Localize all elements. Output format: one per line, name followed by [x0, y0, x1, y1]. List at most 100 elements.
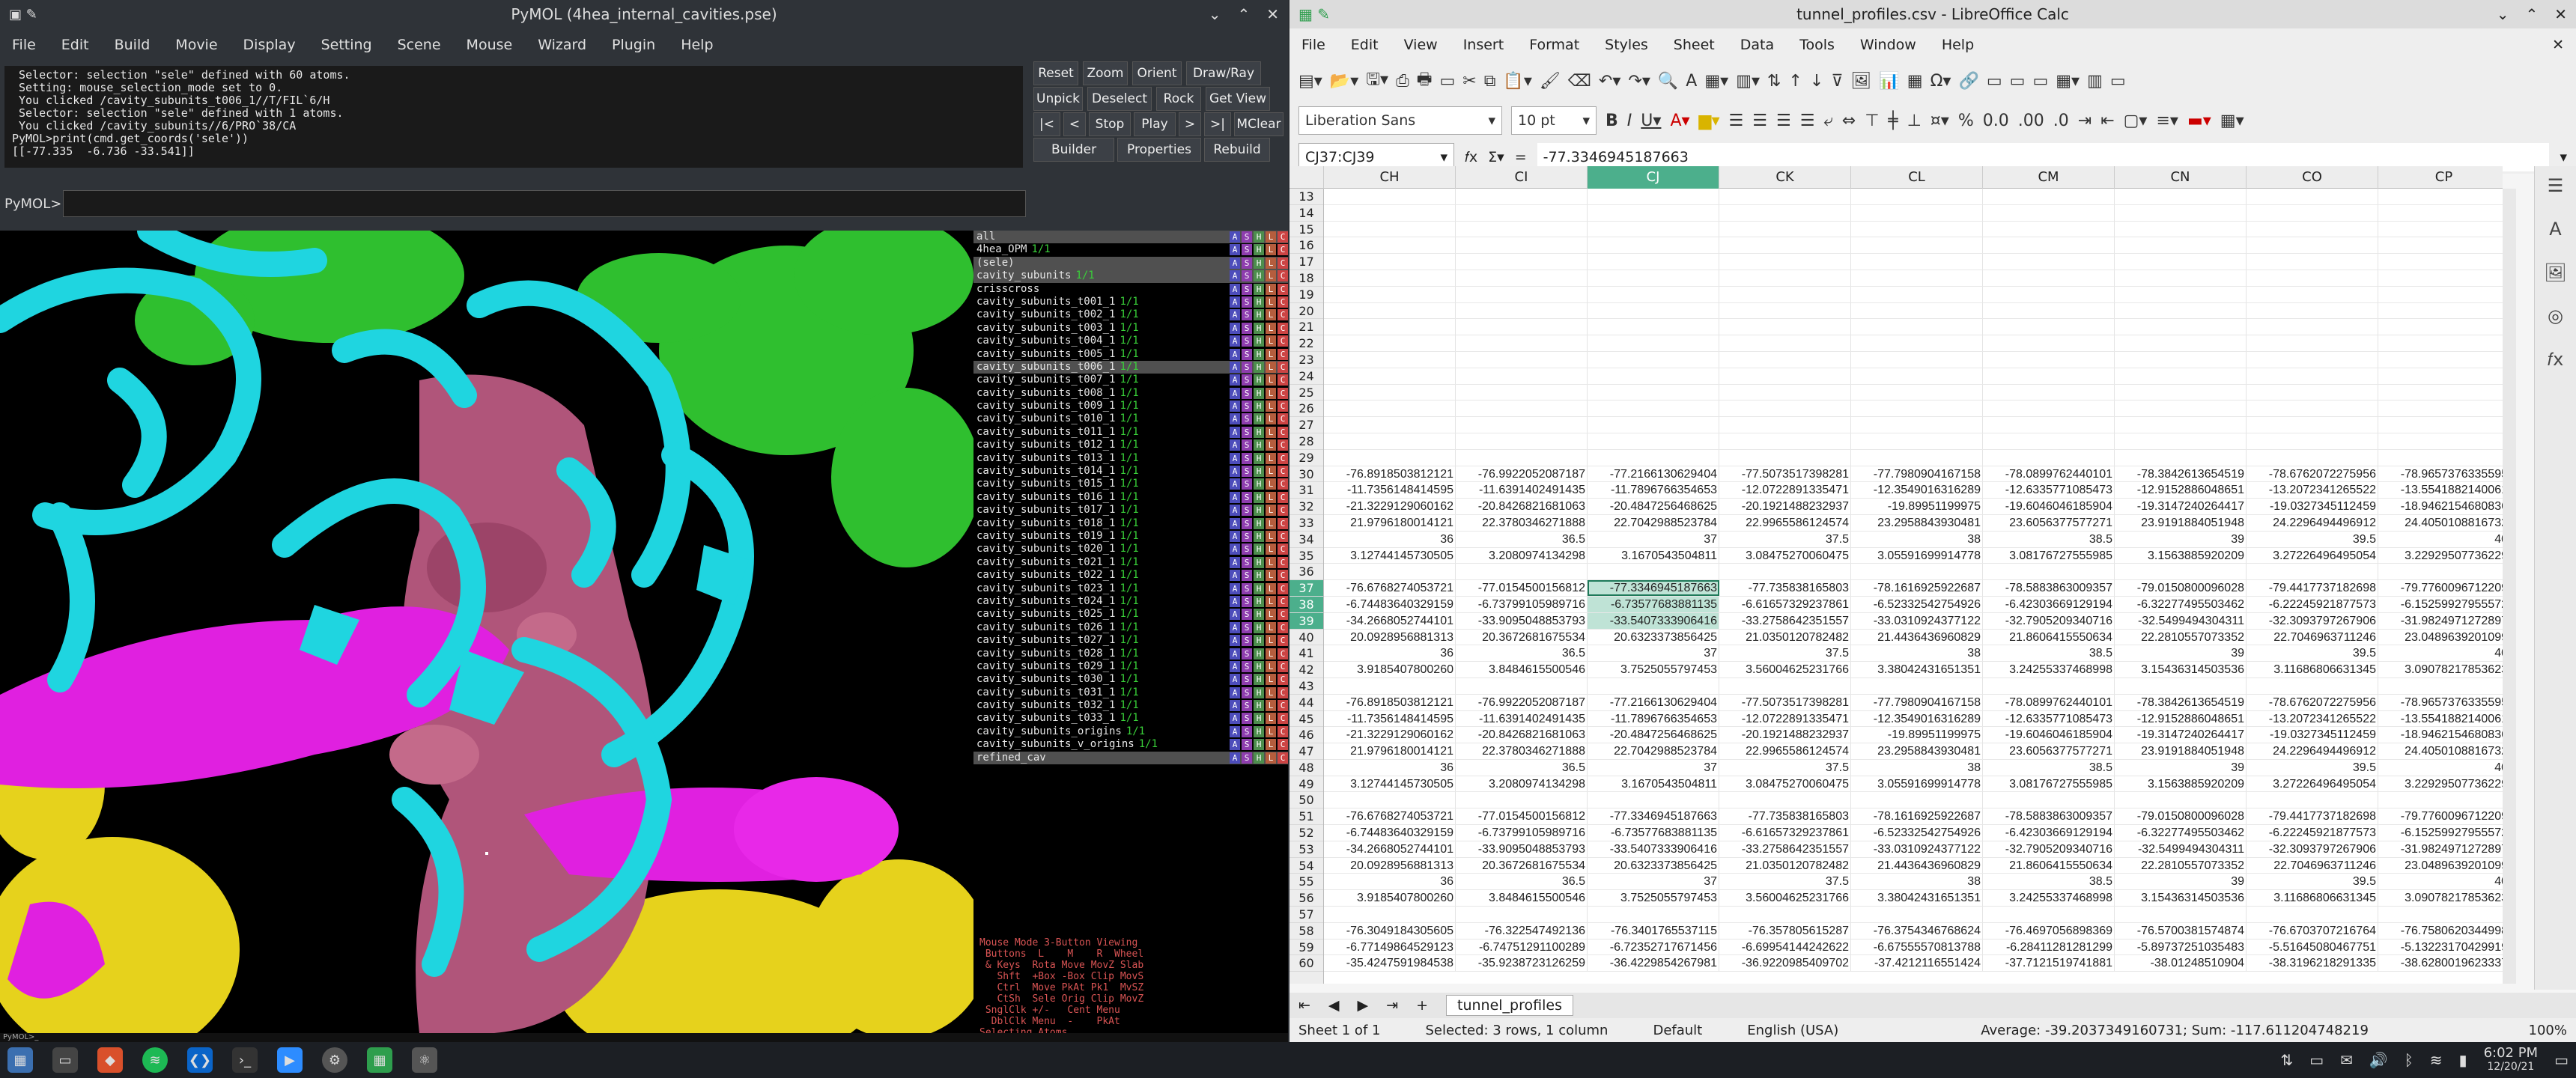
- cell[interactable]: -76.9922052087187: [1456, 694, 1588, 710]
- object-l-button[interactable]: L: [1266, 439, 1276, 451]
- cell[interactable]: -6.28411281281299: [1983, 939, 2115, 955]
- row-header[interactable]: 48: [1289, 760, 1323, 776]
- object-c-button[interactable]: C: [1278, 296, 1288, 308]
- object-a-button[interactable]: A: [1230, 296, 1240, 308]
- cell[interactable]: 3.09078217853623: [2378, 662, 2503, 677]
- cell[interactable]: -6.67555570813788: [1851, 939, 1983, 955]
- object-c-button[interactable]: C: [1278, 686, 1288, 698]
- file-manager-icon[interactable]: ▭: [52, 1047, 78, 1073]
- cell[interactable]: [1456, 433, 1588, 449]
- object-s-button[interactable]: S: [1242, 231, 1252, 243]
- cell[interactable]: [2378, 287, 2503, 302]
- underline-icon[interactable]: U▾: [1641, 112, 1661, 130]
- cell[interactable]: 38: [1851, 645, 1983, 662]
- cell[interactable]: [2115, 449, 2247, 466]
- cell[interactable]: [1983, 204, 2115, 221]
- object-l-button[interactable]: L: [1266, 505, 1276, 517]
- new-icon[interactable]: ▤▾: [1298, 72, 1322, 91]
- cell[interactable]: [1983, 417, 2115, 433]
- object-a-button[interactable]: A: [1230, 543, 1240, 555]
- column-header[interactable]: CO: [2247, 166, 2378, 189]
- mclear-button[interactable]: MClear: [1234, 112, 1284, 136]
- cell[interactable]: -79.7760096712209: [2378, 808, 2503, 824]
- cell[interactable]: -11.7356148414595: [1324, 710, 1456, 727]
- cell[interactable]: [1851, 564, 1983, 580]
- object-l-button[interactable]: L: [1266, 374, 1276, 386]
- cell[interactable]: -79.7760096712209: [2378, 580, 2503, 596]
- vertical-scrollbar[interactable]: [2503, 189, 2516, 984]
- cell[interactable]: -20.8426821681063: [1456, 727, 1588, 743]
- menu-styles[interactable]: Styles: [1605, 37, 1648, 53]
- cell[interactable]: [2378, 907, 2503, 922]
- object-h-button[interactable]: H: [1254, 595, 1264, 607]
- cell[interactable]: -76.4697056898369: [1983, 922, 2115, 939]
- cell[interactable]: 39.5: [2247, 531, 2378, 547]
- cell[interactable]: [2378, 237, 2503, 253]
- menu-sheet[interactable]: Sheet: [1674, 37, 1715, 53]
- object-c-button[interactable]: C: [1278, 478, 1288, 490]
- minimize-icon[interactable]: ⌄: [2497, 5, 2509, 23]
- border-style-icon[interactable]: ≡▾: [2156, 112, 2178, 130]
- cell[interactable]: 36: [1324, 645, 1456, 662]
- cell[interactable]: -5.13223170429919: [2378, 940, 2503, 955]
- cell[interactable]: [1456, 221, 1588, 237]
- object-h-button[interactable]: H: [1254, 505, 1264, 517]
- cell[interactable]: [2247, 907, 2378, 922]
- cell[interactable]: 38.5: [1983, 531, 2115, 547]
- cell[interactable]: [2378, 450, 2503, 466]
- cell[interactable]: [1456, 319, 1588, 335]
- currency-icon[interactable]: ¤▾: [1931, 112, 1949, 130]
- cell[interactable]: [1719, 221, 1851, 237]
- object-c-button[interactable]: C: [1278, 543, 1288, 555]
- cell[interactable]: 3.24255337468998: [1983, 890, 2115, 907]
- cell[interactable]: -78.0899762440101: [1983, 694, 2115, 710]
- object-h-button[interactable]: H: [1254, 635, 1264, 647]
- cell[interactable]: [2115, 270, 2247, 286]
- cell[interactable]: [1851, 286, 1983, 302]
- maximize-icon[interactable]: ⌃: [2525, 5, 2538, 23]
- menu-build[interactable]: Build: [115, 37, 151, 53]
- object-a-button[interactable]: A: [1230, 387, 1240, 399]
- cell[interactable]: 3.8484615500546: [1456, 662, 1588, 677]
- cell[interactable]: [1324, 204, 1456, 221]
- cell[interactable]: [2247, 335, 2378, 351]
- object-l-button[interactable]: L: [1266, 700, 1276, 712]
- cell[interactable]: 39: [2115, 531, 2247, 547]
- cell[interactable]: 3.1670543504811: [1588, 776, 1719, 792]
- row-header[interactable]: 47: [1289, 743, 1323, 760]
- cell[interactable]: -6.22245921877573: [2247, 825, 2378, 841]
- cell[interactable]: [2378, 368, 2503, 384]
- row-header[interactable]: 33: [1289, 515, 1323, 532]
- cell[interactable]: [1456, 677, 1588, 694]
- cell[interactable]: [1983, 335, 2115, 351]
- cell[interactable]: [2115, 417, 2247, 433]
- cell[interactable]: -38.01248510904: [2115, 955, 2247, 972]
- cell-area[interactable]: -76.8918503812121 -76.9922052087187 -77.21…: [1324, 189, 2503, 984]
- cell[interactable]: [2247, 204, 2378, 221]
- equals-icon[interactable]: =: [1515, 149, 1527, 165]
- object-a-button[interactable]: A: [1230, 478, 1240, 490]
- cell[interactable]: [2378, 189, 2503, 204]
- sort-descending-icon[interactable]: ↓: [1810, 72, 1823, 91]
- cell[interactable]: [2247, 792, 2378, 808]
- clear-format-icon[interactable]: ⌫: [1568, 72, 1591, 91]
- find-icon[interactable]: 🔍: [1658, 72, 1678, 91]
- export-pdf-icon[interactable]: ⎙: [1396, 72, 1409, 91]
- menu-edit[interactable]: Edit: [61, 37, 89, 53]
- cell[interactable]: 3.22929507736229: [2378, 548, 2503, 564]
- cell[interactable]: 39.5: [2247, 759, 2378, 776]
- object-c-button[interactable]: C: [1278, 674, 1288, 686]
- properties-button[interactable]: Properties: [1117, 138, 1201, 162]
- cell[interactable]: -31.9824971272897: [2378, 613, 2503, 629]
- cell[interactable]: 21.8606415550634: [1983, 629, 2115, 645]
- cell[interactable]: [2247, 237, 2378, 254]
- object-row[interactable]: cavity_subunits_t015_1 1/1 A S H L C: [973, 478, 1288, 490]
- cell[interactable]: [2115, 221, 2247, 237]
- object-a-button[interactable]: A: [1230, 452, 1240, 464]
- cell[interactable]: -19.6046046185904: [1983, 499, 2115, 514]
- object-row[interactable]: cavity_subunits_t016_1 1/1 A S H L C: [973, 491, 1288, 504]
- row-header[interactable]: 58: [1289, 923, 1323, 940]
- clone-format-icon[interactable]: 🖌: [1540, 72, 1561, 91]
- font-size-box[interactable]: 10 pt ▾: [1511, 106, 1597, 135]
- cell[interactable]: -76.7580620344998: [2378, 923, 2503, 939]
